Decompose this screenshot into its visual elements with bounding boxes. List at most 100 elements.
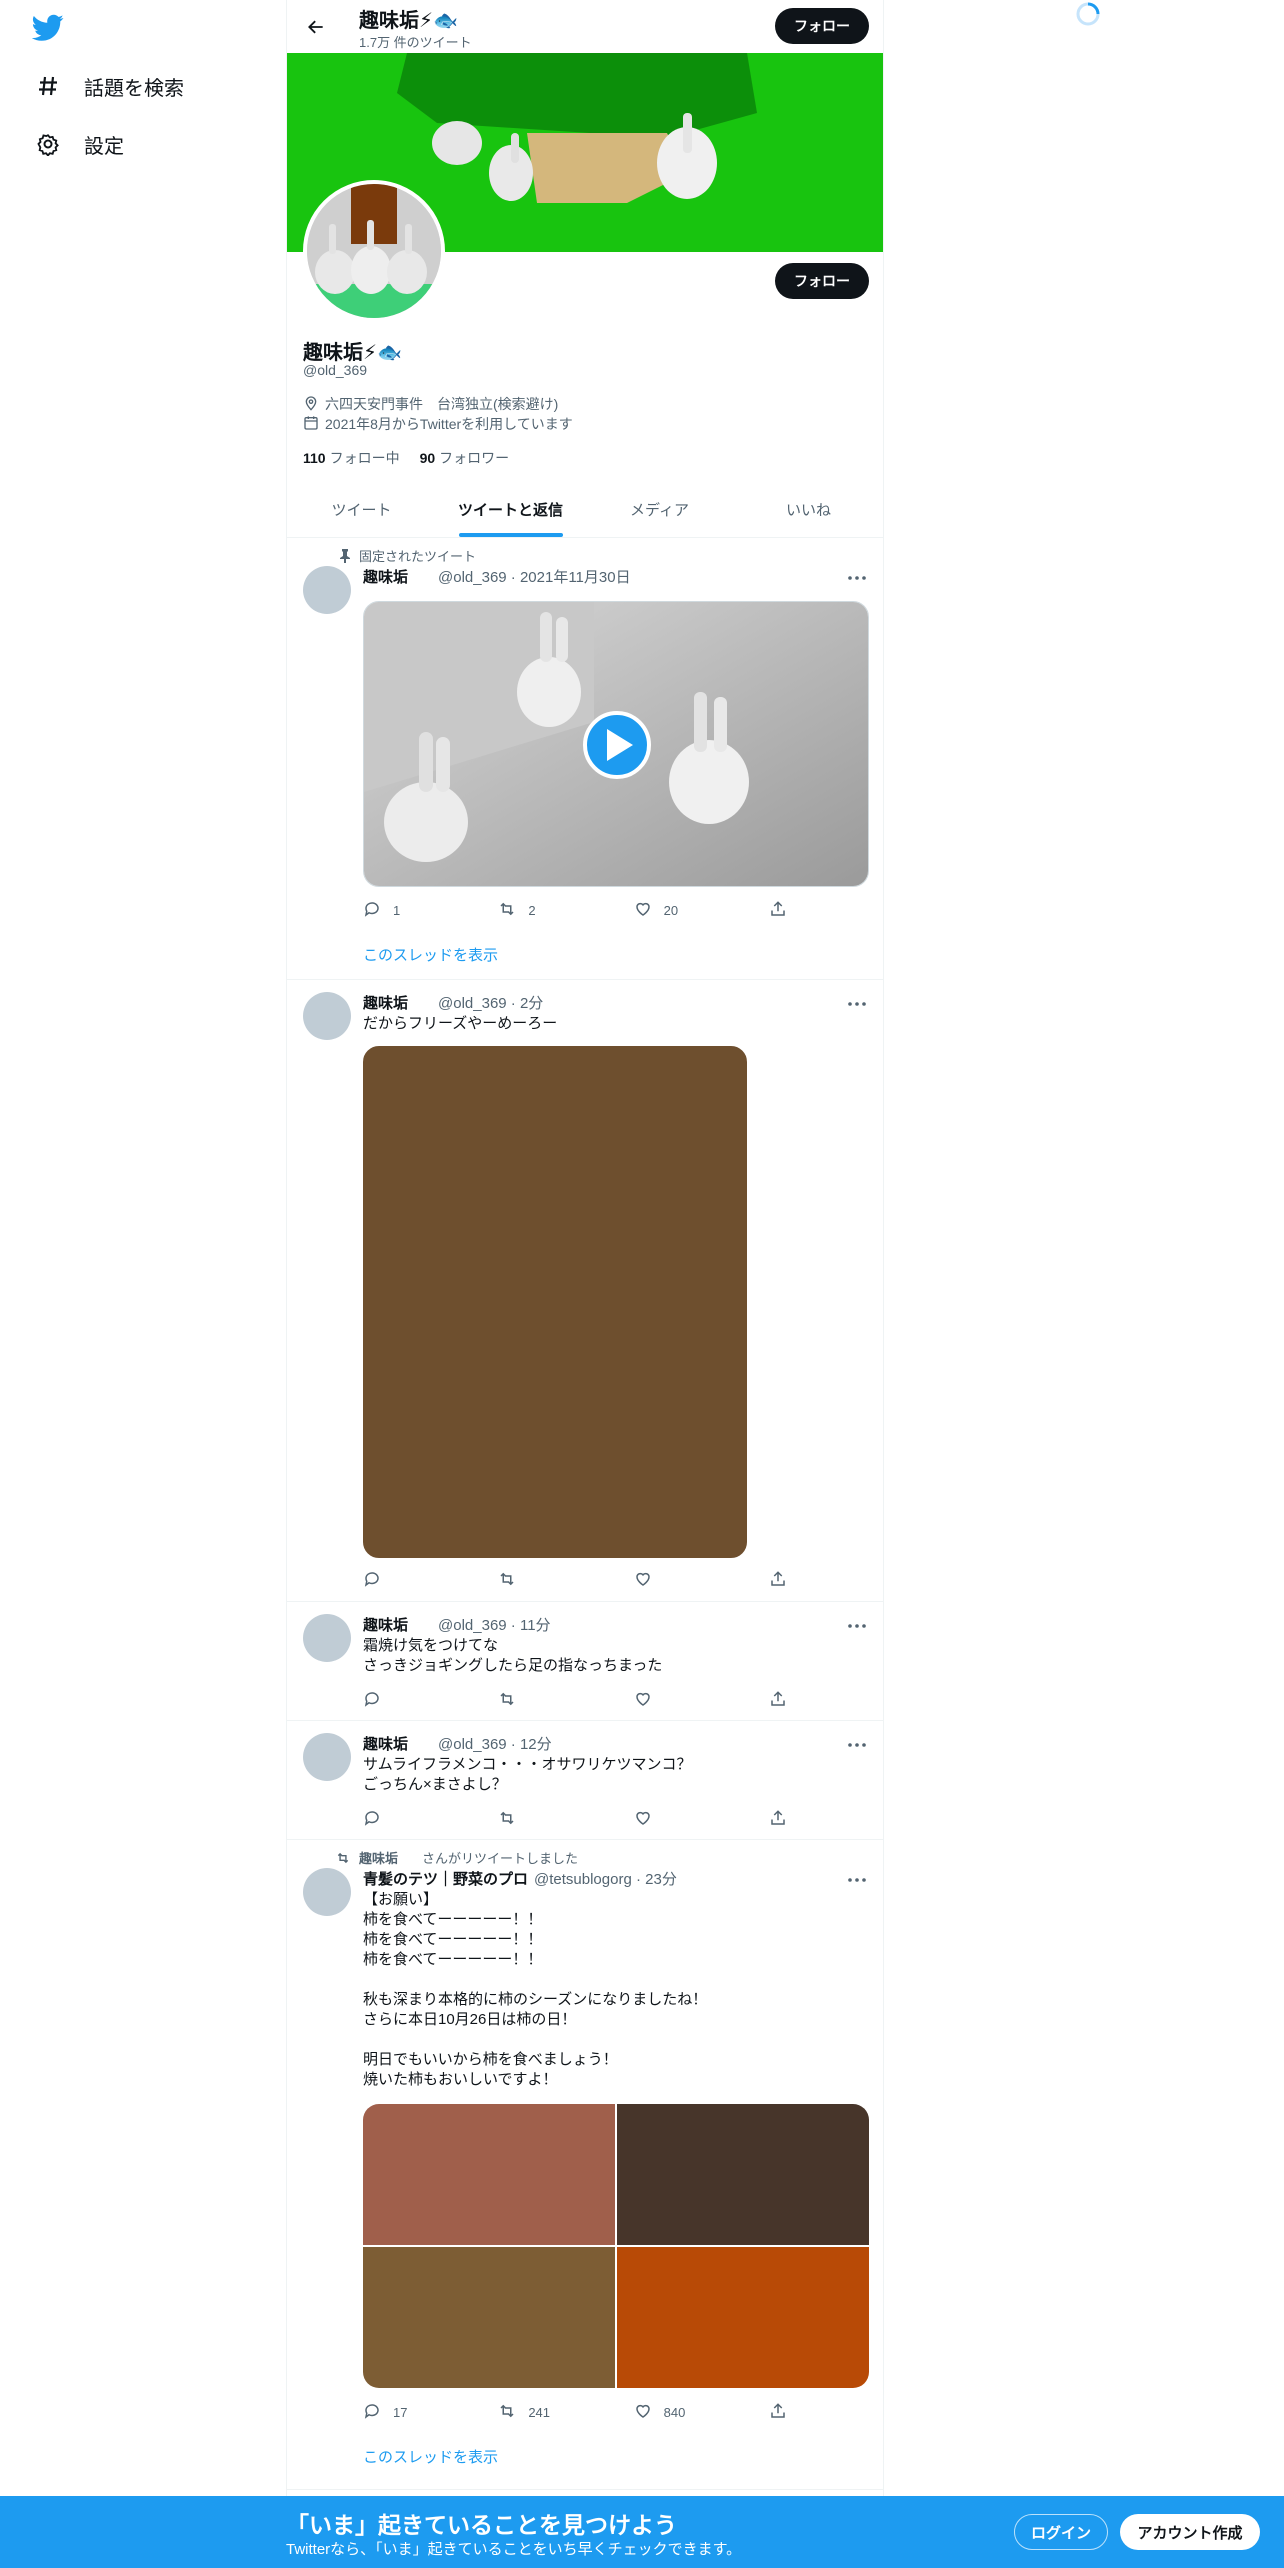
- profile-avatar[interactable]: [303, 180, 445, 322]
- share-icon: [769, 1809, 787, 1830]
- tweet-header: 青髪のテツ｜野菜のプロ @tetsublogorg · 23分: [363, 1868, 677, 1889]
- profile-follow-button[interactable]: フォロー: [775, 263, 869, 299]
- nav-explore[interactable]: 話題を検索: [34, 64, 184, 108]
- avatar[interactable]: [303, 1868, 351, 1916]
- heart-icon: [634, 900, 652, 921]
- like-button[interactable]: 840: [634, 2402, 734, 2422]
- following-label: フォロー中: [329, 450, 400, 466]
- twitter-logo-icon[interactable]: [31, 14, 64, 42]
- following-link[interactable]: 110 フォロー中: [303, 448, 400, 468]
- pinned-label: 固定されたツイート: [359, 549, 477, 564]
- share-button[interactable]: [769, 1570, 789, 1590]
- more-icon[interactable]: [847, 1870, 867, 1890]
- show-thread-link[interactable]: このスレッドを表示: [363, 2446, 498, 2467]
- reply-button[interactable]: [363, 1809, 463, 1829]
- avatar[interactable]: [303, 1614, 351, 1662]
- grid-image-1[interactable]: [363, 2104, 615, 2245]
- reply-button[interactable]: [363, 1570, 463, 1590]
- followers-link[interactable]: 90 フォロワー: [420, 448, 510, 468]
- reply-button[interactable]: [363, 1690, 463, 1710]
- more-icon[interactable]: [847, 1735, 867, 1755]
- retweeter-name[interactable]: 趣味垢: [359, 1848, 398, 1867]
- avatar[interactable]: [303, 1733, 351, 1781]
- share-icon: [769, 900, 787, 921]
- like-button[interactable]: [634, 1809, 734, 1829]
- tweet-meta[interactable]: @old_369 · 11分: [438, 1614, 551, 1635]
- like-button[interactable]: 20: [634, 900, 734, 920]
- login-button[interactable]: ログイン: [1014, 2514, 1108, 2550]
- location-pin-icon: [303, 395, 319, 414]
- author-name[interactable]: 趣味垢: [363, 992, 408, 1013]
- avatar[interactable]: [303, 566, 351, 614]
- tweet-pinned[interactable]: 固定されたツイート 趣味垢 @old_369 · 2021年11月30日 1 2…: [287, 538, 883, 980]
- tweet-2[interactable]: 趣味垢 @old_369 · 2分 だからフリーズやーめーろー: [287, 980, 883, 1602]
- share-button[interactable]: [769, 1809, 789, 1829]
- tweet-text: サムライフラメンコ・・・オサワリケツマンコ？ ごっちん×まさよし？: [363, 1756, 692, 1793]
- nav-settings-label: 設定: [84, 135, 124, 158]
- profile-name: 趣味垢⚡🐟: [303, 336, 402, 365]
- author-name[interactable]: 趣味垢: [363, 1614, 408, 1635]
- tweet-header: 趣味垢 @old_369 · 2021年11月30日: [363, 566, 631, 587]
- retweet-button[interactable]: 241: [498, 2402, 598, 2422]
- avatar[interactable]: [303, 992, 351, 1040]
- more-icon[interactable]: [847, 568, 867, 588]
- retweet-icon: [498, 1690, 516, 1711]
- calendar-icon: [303, 415, 319, 434]
- like-button[interactable]: [634, 1690, 734, 1710]
- tweet-3[interactable]: 趣味垢 @old_369 · 11分 霜焼け気をつけてな さっきジョギングしたら…: [287, 1602, 883, 1721]
- tweet-4[interactable]: 趣味垢 @old_369 · 12分 サムライフラメンコ・・・オサワリケツマンコ…: [287, 1721, 883, 1840]
- reply-button[interactable]: 1: [363, 900, 463, 920]
- retweet-count: 241: [528, 2404, 551, 2420]
- grid-image-3[interactable]: [363, 2247, 615, 2388]
- more-icon[interactable]: [847, 994, 867, 1014]
- grid-image-4[interactable]: [617, 2247, 869, 2388]
- tweet-retweeted[interactable]: 趣味垢 さんがリツイートしました 青髪のテツ｜野菜のプロ @tetsublogo…: [287, 1840, 883, 2490]
- header-follow-button[interactable]: フォロー: [775, 8, 869, 44]
- author-name[interactable]: 青髪のテツ｜野菜のプロ: [363, 1868, 528, 1889]
- heart-icon: [634, 1690, 652, 1711]
- retweet-button[interactable]: [498, 1570, 598, 1590]
- reply-icon: [363, 1809, 381, 1830]
- tweet-meta[interactable]: @old_369 · 2021年11月30日: [438, 566, 631, 587]
- main-column: 趣味垢⚡🐟 1.7万 件のツイート フォロー フォロー 趣味垢⚡🐟 @old_3…: [286, 0, 884, 2568]
- tweet-meta[interactable]: @old_369 · 12分: [438, 1733, 552, 1754]
- share-button[interactable]: [769, 1690, 789, 1710]
- tab-tweets[interactable]: ツイート: [287, 482, 436, 537]
- signup-button[interactable]: アカウント作成: [1120, 2514, 1260, 2550]
- retweet-button[interactable]: [498, 1809, 598, 1829]
- nav-settings[interactable]: 設定: [34, 122, 124, 166]
- share-button[interactable]: [769, 900, 789, 920]
- retweet-icon: [335, 1851, 351, 1865]
- retweet-button[interactable]: [498, 1690, 598, 1710]
- share-button[interactable]: [769, 2402, 789, 2422]
- tab-media[interactable]: メディア: [585, 482, 734, 537]
- tweet-actions: [363, 1809, 789, 1829]
- tweet-header: 趣味垢 @old_369 · 12分: [363, 1733, 552, 1754]
- retweet-context: 趣味垢 さんがリツイートしました: [335, 1848, 578, 1867]
- joined-text: 2021年8月からTwitterを利用しています: [325, 416, 573, 432]
- tweet-text: 【お願い】 柿を食べてーーーーー！！ 柿を食べてーーーーー！！ 柿を食べてーーー…: [363, 1891, 708, 2088]
- profile-tabs: ツイート ツイートと返信 メディア いいね: [287, 482, 883, 538]
- nav-explore-label: 話題を検索: [84, 77, 184, 100]
- share-icon: [769, 1690, 787, 1711]
- header-name: 趣味垢⚡🐟: [359, 10, 458, 32]
- grid-image-2[interactable]: [617, 2104, 869, 2245]
- back-arrow-icon[interactable]: [301, 12, 331, 42]
- show-thread-link[interactable]: このスレッドを表示: [363, 944, 498, 965]
- more-icon[interactable]: [847, 1616, 867, 1636]
- retweet-label: さんがリツイートしました: [422, 1851, 579, 1866]
- tab-likes[interactable]: いいね: [734, 482, 883, 537]
- tweet-meta[interactable]: @tetsublogorg · 23分: [534, 1868, 677, 1889]
- tweet-meta[interactable]: @old_369 · 2分: [438, 992, 543, 1013]
- retweet-button[interactable]: 2: [498, 900, 598, 920]
- like-button[interactable]: [634, 1570, 734, 1590]
- image-media[interactable]: [363, 1046, 747, 1558]
- tweet-actions: 17 241 840: [363, 2402, 789, 2422]
- author-name[interactable]: 趣味垢: [363, 566, 408, 587]
- author-name[interactable]: 趣味垢: [363, 1733, 408, 1754]
- followers-label: フォロワー: [439, 450, 510, 466]
- left-nav: 話題を検索 設定: [0, 0, 286, 2568]
- video-media[interactable]: [363, 601, 869, 887]
- tab-tweets-and-replies[interactable]: ツイートと返信: [436, 482, 585, 537]
- reply-button[interactable]: 17: [363, 2402, 463, 2422]
